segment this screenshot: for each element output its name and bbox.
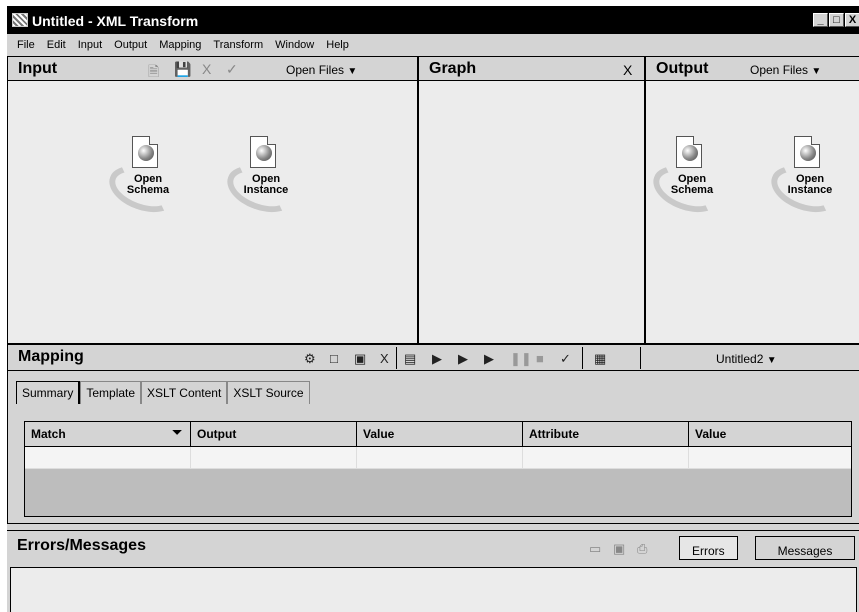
tab-messages[interactable]: Messages <box>755 536 855 560</box>
open-instance-button[interactable]: Open Instance <box>764 136 859 221</box>
output-open-files-label: Open Files <box>750 63 809 77</box>
toolbar-divider <box>582 347 583 369</box>
chevron-down-icon: ▼ <box>347 66 358 77</box>
new-file-icon[interactable]: □ <box>330 351 338 366</box>
maximize-button[interactable]: □ <box>829 13 844 27</box>
menu-input[interactable]: Input <box>72 39 108 51</box>
document-icon <box>132 136 158 168</box>
cancel-icon[interactable]: X <box>202 61 211 77</box>
input-open-files-dropdown[interactable]: Open Files ▼ <box>286 63 357 77</box>
chevron-down-icon: ▼ <box>811 66 822 77</box>
tab-errors[interactable]: Errors <box>679 536 738 560</box>
open-instance-button[interactable]: Open Instance <box>220 136 316 221</box>
table-row[interactable] <box>25 447 851 469</box>
run-icon[interactable]: ▶ <box>432 351 442 367</box>
document-icon <box>676 136 702 168</box>
pause-icon[interactable]: ❚❚ <box>510 351 532 367</box>
sort-icon[interactable]: ⏷ <box>172 425 182 440</box>
toolbar-divider <box>396 347 397 369</box>
transform-document-icon[interactable]: ▤ <box>404 351 416 367</box>
graph-close-button[interactable]: X <box>623 62 632 78</box>
chevron-down-icon: ▼ <box>766 355 777 366</box>
menu-output[interactable]: Output <box>108 39 153 51</box>
column-header-attribute[interactable]: Attribute <box>523 422 689 446</box>
app-icon <box>12 13 28 27</box>
mapping-pane-title: Mapping <box>18 348 84 365</box>
print-icon[interactable]: ⎙ <box>637 541 647 557</box>
globe-icon[interactable]: ⚙ <box>304 351 316 367</box>
menu-mapping[interactable]: Mapping <box>153 39 207 51</box>
title-bar[interactable]: Untitled - XML Transform _ □ X <box>7 6 859 34</box>
validate-check-icon[interactable]: ✓ <box>226 61 238 78</box>
eraser-icon[interactable]: ▭ <box>589 541 601 557</box>
mapping-pane: Mapping ⚙ □ ▣ X ▤ ▶ ▶ ▶ ❚❚ ■ ✓ ▦ Untitle… <box>7 344 859 524</box>
window-controls: _ □ X <box>813 13 859 27</box>
top-panes: Input 🗎 💾 X ✓ Open Files ▼ Open Schema O… <box>7 56 859 344</box>
table-header-row: Match ⏷ Output Value Attribute Value <box>25 422 851 447</box>
tab-template[interactable]: Template <box>80 381 142 404</box>
toolbar-divider <box>640 347 641 369</box>
output-pane-header: Output Open Files ▼ <box>646 57 859 81</box>
open-schema-button[interactable]: Open Schema <box>646 136 742 221</box>
output-open-files-dropdown[interactable]: Open Files ▼ <box>750 63 821 77</box>
delete-icon[interactable]: X <box>380 351 389 366</box>
errors-list <box>10 567 857 612</box>
save-icon[interactable]: ▣ <box>354 351 366 367</box>
graph-pane-title: Graph <box>429 60 477 77</box>
menu-bar: File Edit Input Output Mapping Transform… <box>7 34 859 56</box>
open-instance-label: Open Instance <box>787 173 833 196</box>
errors-pane-title: Errors/Messages <box>17 537 146 554</box>
save-icon[interactable]: ▣ <box>613 541 625 557</box>
grid-icon[interactable]: ▦ <box>594 351 606 367</box>
menu-help[interactable]: Help <box>320 39 355 51</box>
column-header-output[interactable]: Output <box>191 422 357 446</box>
column-header-match[interactable]: Match ⏷ <box>25 422 191 446</box>
errors-pane: Errors/Messages ▭ ▣ ⎙ Errors Messages <box>7 530 859 612</box>
mapping-tabs: Summary Template XSLT Content XSLT Sourc… <box>16 381 310 404</box>
stop-icon[interactable]: ■ <box>536 351 544 366</box>
output-pane-title: Output <box>656 60 709 77</box>
menu-file[interactable]: File <box>11 39 41 51</box>
output-pane: Output Open Files ▼ Open Schema Open Ins… <box>645 56 859 344</box>
tab-xslt-content[interactable]: XSLT Content <box>141 381 228 404</box>
minimize-button[interactable]: _ <box>813 13 828 27</box>
input-open-files-label: Open Files <box>286 63 345 77</box>
column-header-value[interactable]: Value <box>357 422 523 446</box>
input-pane: Input 🗎 💾 X ✓ Open Files ▼ Open Schema O… <box>7 56 418 344</box>
tab-xslt-source[interactable]: XSLT Source <box>227 381 310 404</box>
graph-pane-header: Graph X <box>419 57 644 81</box>
document-icon <box>794 136 820 168</box>
tab-summary[interactable]: Summary <box>16 381 81 404</box>
mapping-pane-header: Mapping ⚙ □ ▣ X ▤ ▶ ▶ ▶ ❚❚ ■ ✓ ▦ Untitle… <box>8 345 859 371</box>
input-pane-title: Input <box>18 60 58 77</box>
open-schema-label: Open Schema <box>126 173 170 196</box>
graph-pane-body <box>419 81 644 343</box>
input-pane-body: Open Schema Open Instance <box>8 81 417 343</box>
input-pane-header: Input 🗎 💾 X ✓ Open Files ▼ <box>8 57 417 81</box>
open-instance-label: Open Instance <box>243 173 289 196</box>
close-button[interactable]: X <box>845 13 859 27</box>
open-schema-button[interactable]: Open Schema <box>102 136 198 221</box>
column-header-value[interactable]: Value <box>689 422 851 446</box>
output-pane-body: Open Schema Open Instance <box>646 81 859 343</box>
validate-check-icon[interactable]: ✓ <box>560 351 571 367</box>
graph-pane: Graph X <box>418 56 645 344</box>
open-schema-label: Open Schema <box>670 173 714 196</box>
mapping-file-dropdown[interactable]: Untitled2 ▼ <box>716 352 777 366</box>
step-end-icon[interactable]: ▶ <box>484 351 494 367</box>
menu-window[interactable]: Window <box>269 39 320 51</box>
menu-edit[interactable]: Edit <box>41 39 72 51</box>
window-title: Untitled - XML Transform <box>32 13 199 29</box>
mapping-file-label: Untitled2 <box>716 352 764 366</box>
app-window: Untitled - XML Transform _ □ X File Edit… <box>6 6 859 612</box>
document-icon <box>250 136 276 168</box>
step-icon[interactable]: ▶ <box>458 351 468 367</box>
menu-transform[interactable]: Transform <box>207 39 269 51</box>
save-icon[interactable]: 💾 <box>174 61 191 78</box>
mapping-table: Match ⏷ Output Value Attribute Value <box>24 421 852 517</box>
